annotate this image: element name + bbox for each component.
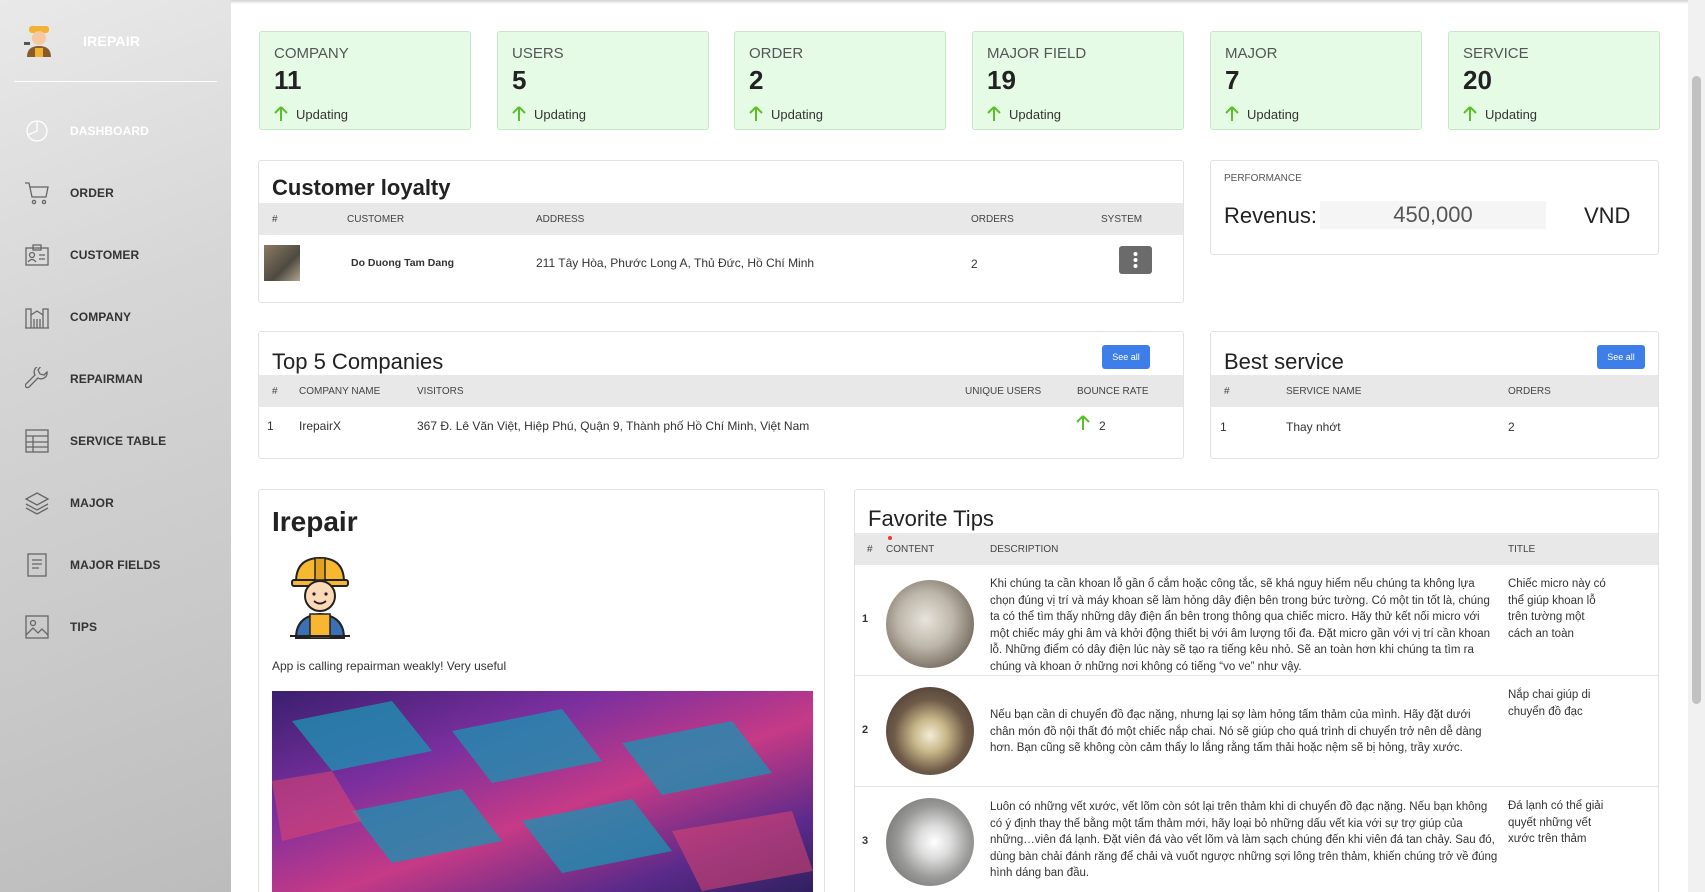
tip-row[interactable]: 1 Khi chúng ta cần khoan lỗ gần ổ cắm ho… xyxy=(855,565,1658,676)
id-card-icon xyxy=(24,242,50,268)
revenue-label: Revenus: xyxy=(1224,203,1317,228)
stat-card-major[interactable]: MAJOR 7 Updating xyxy=(1210,31,1422,130)
tips-table-header: # CONTENT DESCRIPTION TITLE xyxy=(855,533,1658,565)
sidebar-item-company[interactable]: COMPANY xyxy=(0,286,231,348)
sidebar-item-major[interactable]: MAJOR xyxy=(0,472,231,534)
top-shadow xyxy=(231,0,1705,4)
table-row[interactable]: 1 IrepairX 367 Đ. Lê Văn Việt, Hiệp Phú,… xyxy=(259,407,1183,447)
arrow-up-icon xyxy=(512,106,526,121)
tip-image xyxy=(886,687,974,775)
best-service-title: Best service xyxy=(1224,349,1344,374)
customer-loyalty-title: Customer loyalty xyxy=(272,175,451,200)
about-caption: App is calling repairman weakly! Very us… xyxy=(272,659,507,673)
performance-card: PERFORMANCE Revenus: 450,000 VND xyxy=(1210,160,1659,255)
building-photo xyxy=(272,691,813,892)
sidebar-item-dashboard[interactable]: DASHBOARD xyxy=(0,100,231,162)
arrow-up-icon xyxy=(1463,106,1477,121)
layers-icon xyxy=(24,490,50,516)
customer-avatar xyxy=(264,245,300,281)
best-service-card: Best service See all # SERVICE NAME ORDE… xyxy=(1210,331,1659,459)
brand[interactable]: IREPAIR xyxy=(14,0,217,82)
arrow-up-icon xyxy=(749,106,763,121)
more-options-button[interactable] xyxy=(1119,246,1152,274)
top-companies-title: Top 5 Companies xyxy=(272,349,444,374)
arrow-up-icon xyxy=(1076,415,1090,430)
customer-loyalty-card: Customer loyalty # CUSTOMER ADDRESS ORDE… xyxy=(258,160,1184,303)
image-icon xyxy=(24,614,50,640)
dashboard-icon xyxy=(24,118,50,144)
top-companies-card: Top 5 Companies See all # COMPANY NAME V… xyxy=(258,331,1184,459)
stat-card-company[interactable]: COMPANY 11 Updating xyxy=(259,31,471,130)
about-title: Irepair xyxy=(272,506,358,537)
table-icon xyxy=(24,428,50,454)
companies-table-header: # COMPANY NAME VISITORS UNIQUE USERS BOU… xyxy=(259,375,1183,407)
table-row[interactable]: Do Duong Tam Dang 211 Tây Hòa, Phước Lon… xyxy=(259,235,1183,290)
scrollbar-thumb[interactable] xyxy=(1692,76,1701,704)
arrow-up-icon xyxy=(1225,106,1239,121)
wrench-icon xyxy=(24,366,50,392)
document-icon xyxy=(24,552,50,578)
stat-card-order[interactable]: ORDER 2 Updating xyxy=(734,31,946,130)
tip-image xyxy=(886,798,974,886)
sidebar-item-customer[interactable]: CUSTOMER xyxy=(0,224,231,286)
sidebar-item-service-table[interactable]: SERVICE TABLE xyxy=(0,410,231,472)
brand-name: IREPAIR xyxy=(83,32,141,49)
loyalty-table-header: # CUSTOMER ADDRESS ORDERS SYSTEM xyxy=(259,203,1183,235)
performance-label: PERFORMANCE xyxy=(1224,173,1302,184)
building-icon xyxy=(24,304,50,330)
sidebar: IREPAIR DASHBOARD ORDER CUSTOMER COMPANY… xyxy=(0,0,231,892)
stat-card-service[interactable]: SERVICE 20 Updating xyxy=(1448,31,1660,130)
sidebar-item-repairman[interactable]: REPAIRMAN xyxy=(0,348,231,410)
arrow-up-icon xyxy=(987,106,1001,121)
red-dot-indicator xyxy=(888,536,892,540)
sidebar-item-tips[interactable]: TIPS xyxy=(0,596,231,658)
services-see-all-button[interactable]: See all xyxy=(1597,345,1645,369)
repairman-illustration-icon xyxy=(290,556,350,639)
companies-see-all-button[interactable]: See all xyxy=(1102,345,1150,369)
stat-card-major-field[interactable]: MAJOR FIELD 19 Updating xyxy=(972,31,1184,130)
sidebar-nav: DASHBOARD ORDER CUSTOMER COMPANY REPAIRM… xyxy=(0,100,231,658)
tip-row[interactable]: 3 Luôn có những vết xước, vết lõm còn só… xyxy=(855,787,1658,892)
revenue-value: 450,000 xyxy=(1320,201,1546,229)
stat-card-users[interactable]: USERS 5 Updating xyxy=(497,31,709,130)
revenue-currency: VND xyxy=(1584,203,1631,228)
main-content: COMPANY 11 Updating USERS 5 Updating ORD… xyxy=(231,0,1705,892)
tip-image xyxy=(886,580,974,668)
tip-row[interactable]: 2 Nếu bạn cần di chuyển đồ đạc nặng, như… xyxy=(855,676,1658,787)
cart-icon xyxy=(24,180,50,206)
brand-logo-icon xyxy=(22,24,56,58)
services-table-header: # SERVICE NAME ORDERS xyxy=(1211,375,1658,407)
favorite-tips-title: Favorite Tips xyxy=(868,506,994,531)
kebab-menu-icon xyxy=(1133,252,1138,268)
sidebar-item-major-fields[interactable]: MAJOR FIELDS xyxy=(0,534,231,596)
table-row[interactable]: 1 Thay nhớt 2 xyxy=(1211,407,1658,447)
arrow-up-icon xyxy=(274,106,288,121)
scrollbar[interactable] xyxy=(1688,0,1705,892)
favorite-tips-card: Favorite Tips # CONTENT DESCRIPTION TITL… xyxy=(854,489,1659,892)
about-card: Irepair App is calling repairman weakly!… xyxy=(258,489,825,892)
sidebar-item-order[interactable]: ORDER xyxy=(0,162,231,224)
